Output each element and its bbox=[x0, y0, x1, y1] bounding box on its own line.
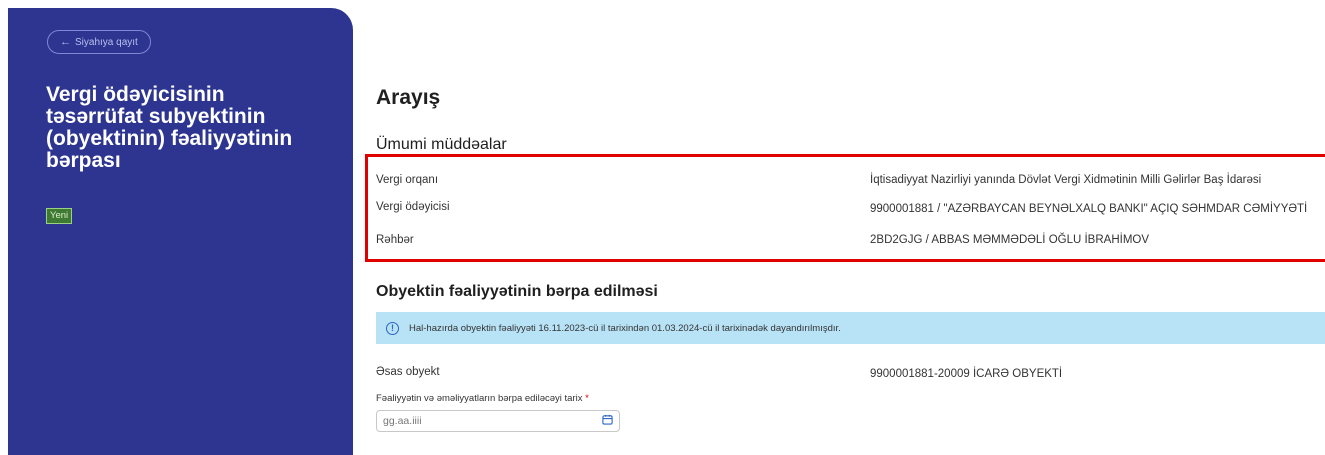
status-badge: Yeni bbox=[46, 208, 73, 224]
required-mark: * bbox=[585, 393, 589, 404]
main-object-label: Əsas obyekt bbox=[376, 366, 440, 378]
sidebar bbox=[8, 8, 353, 455]
restore-date-label: Fəaliyyətin və əməliyyatların bərpa edil… bbox=[376, 393, 589, 404]
info-alert-text: Hal-hazırda obyektin fəaliyyəti 16.11.20… bbox=[409, 322, 841, 334]
calendar-icon[interactable] bbox=[602, 412, 613, 430]
restore-date-field[interactable] bbox=[376, 410, 620, 432]
general-section-title: Ümumi müddəalar bbox=[376, 136, 507, 153]
page-title: Arayış bbox=[376, 86, 441, 109]
arrow-left-icon: ← bbox=[60, 36, 71, 48]
sidebar-title: Vergi ödəyicisinin təsərrüfat subyektini… bbox=[46, 83, 293, 172]
taxpayer-label: Vergi ödəyicisi bbox=[376, 201, 450, 213]
director-value: 2BD2GJG / ABBAS MƏMMƏDƏLİ OĞLU İBRAHİMOV bbox=[870, 234, 1150, 246]
info-alert: ! Hal-hazırda obyektin fəaliyyəti 16.11.… bbox=[376, 312, 1325, 344]
back-to-list-label: Siyahıya qayıt bbox=[75, 36, 138, 48]
restore-date-label-text: Fəaliyyətin və əməliyyatların bərpa edil… bbox=[376, 393, 583, 404]
info-icon: ! bbox=[386, 321, 399, 335]
main-object-value: 9900001881-20009 İCARƏ OBYEKTİ bbox=[870, 368, 1063, 380]
taxpayer-value: 9900001881 / "AZƏRBAYCAN BEYNƏLXALQ BANK… bbox=[870, 203, 1308, 215]
director-label: Rəhbər bbox=[376, 234, 414, 246]
back-to-list-button[interactable]: ← Siyahıya qayıt bbox=[47, 30, 151, 54]
tax-authority-label: Vergi orqanı bbox=[376, 174, 439, 186]
restore-date-input[interactable] bbox=[383, 415, 583, 427]
restore-section-title: Obyektin fəaliyyətinin bərpa edilməsi bbox=[376, 283, 658, 300]
tax-authority-value: İqtisadiyyat Nazirliyi yanında Dövlət Ve… bbox=[870, 174, 1262, 186]
